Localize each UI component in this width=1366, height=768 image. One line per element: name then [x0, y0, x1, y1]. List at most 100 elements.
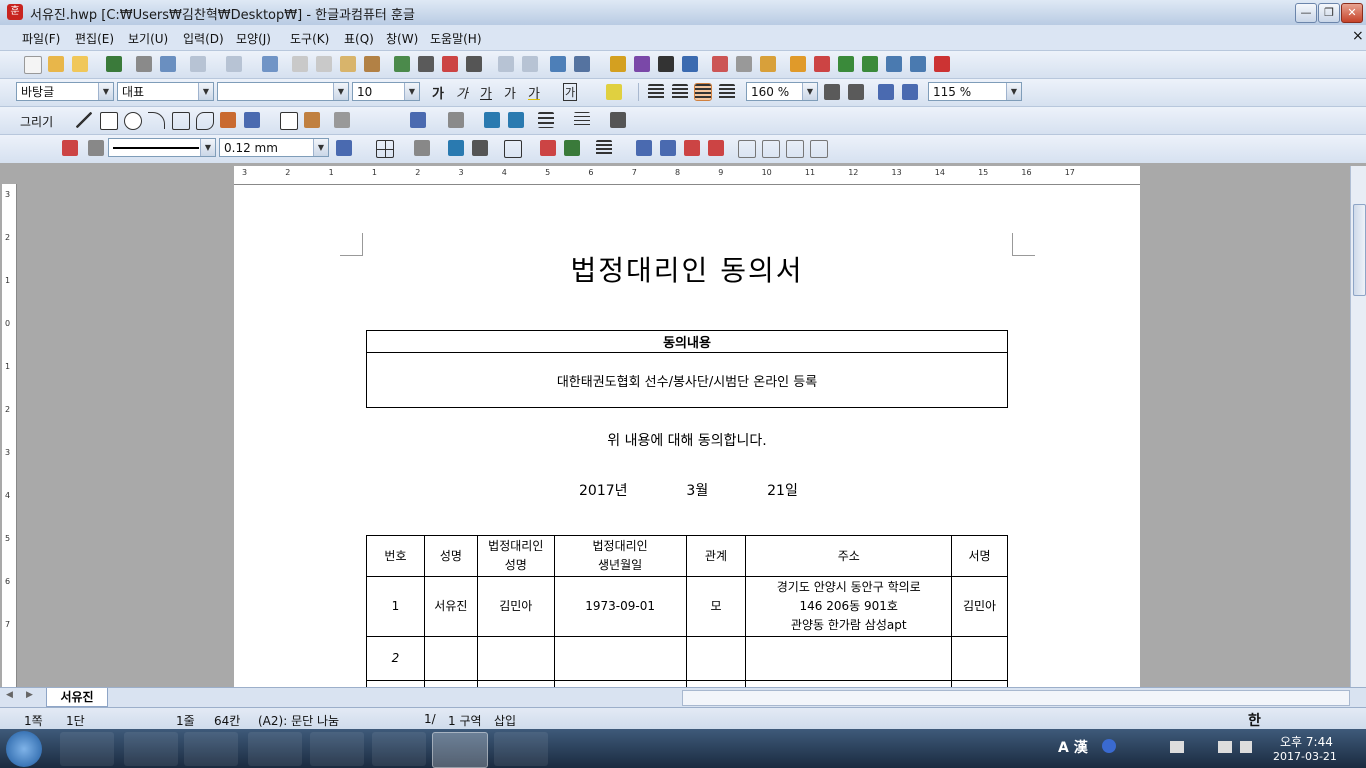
- header-guardian-name[interactable]: 법정대리인 성명: [476, 535, 555, 577]
- cross-ref-icon[interactable]: [910, 56, 926, 72]
- line-type-select[interactable]: ▼: [108, 138, 216, 157]
- polygon-tool-icon[interactable]: [172, 112, 190, 130]
- menu-table[interactable]: 표(Q): [344, 30, 374, 47]
- bookmark-icon[interactable]: [760, 56, 776, 72]
- document-page[interactable]: 법정대리인 동의서 동의내용 대한태권도협회 선수/봉사단/시범단 온라인 등록…: [234, 185, 1140, 701]
- ellipse-tool-icon[interactable]: [124, 112, 142, 130]
- print-icon[interactable]: [136, 56, 152, 72]
- cell-shade-icon[interactable]: [414, 140, 430, 156]
- find-icon[interactable]: [262, 56, 278, 72]
- cell-borders-icon[interactable]: [376, 140, 394, 158]
- ime-mode-indicator[interactable]: 한: [1248, 710, 1261, 730]
- caption-icon[interactable]: [886, 56, 902, 72]
- footnote-icon[interactable]: [838, 56, 854, 72]
- line-color-icon[interactable]: [410, 112, 426, 128]
- bold-button[interactable]: 가: [432, 83, 444, 102]
- formula-icon[interactable]: [658, 56, 674, 72]
- taskbar-app-red[interactable]: [248, 732, 302, 766]
- cell-signature[interactable]: 김민아: [951, 576, 1008, 637]
- font-size-select[interactable]: 10 ▼: [352, 82, 420, 101]
- bring-front-icon[interactable]: [484, 112, 500, 128]
- columns-icon[interactable]: [466, 56, 482, 72]
- align-center-icon[interactable]: [694, 83, 712, 101]
- document-tab[interactable]: 서유진: [46, 688, 108, 707]
- header-guardian-birth[interactable]: 법정대리인 생년월일: [553, 535, 687, 577]
- copy-icon[interactable]: [316, 56, 332, 72]
- tab-next-icon[interactable]: ▶: [26, 690, 38, 704]
- zoom-select[interactable]: 115 % ▼: [928, 82, 1022, 101]
- document-title[interactable]: 법정대리인 동의서: [234, 249, 1140, 289]
- strikethrough-button[interactable]: 가: [504, 83, 516, 102]
- cell-no[interactable]: 2: [366, 636, 425, 681]
- menu-edit[interactable]: 편집(E): [75, 30, 114, 47]
- menu-window[interactable]: 창(W): [386, 30, 418, 47]
- status-insert-mode[interactable]: 삽입: [494, 712, 516, 729]
- font-name-select[interactable]: ▼: [217, 82, 349, 101]
- outline-button[interactable]: 가: [563, 83, 578, 101]
- cell-align-icon[interactable]: [596, 140, 612, 156]
- cell-name[interactable]: [423, 636, 478, 681]
- numbering-icon[interactable]: [442, 56, 458, 72]
- link-icon[interactable]: [498, 56, 514, 72]
- arrow-style-icon[interactable]: [610, 112, 626, 128]
- split-rows-icon[interactable]: [786, 140, 804, 158]
- consent-table[interactable]: 동의내용 대한태권도협회 선수/봉사단/시범단 온라인 등록: [366, 330, 1008, 408]
- menu-format[interactable]: 모양(J): [236, 30, 271, 47]
- header-address[interactable]: 주소: [745, 535, 953, 577]
- cell-width-icon[interactable]: [472, 140, 488, 156]
- consent-body[interactable]: 대한태권도협회 선수/봉사단/시범단 온라인 등록: [366, 352, 1008, 408]
- text-color-button[interactable]: 가: [528, 83, 540, 102]
- numbered-list-icon[interactable]: [878, 84, 894, 100]
- draw-menu-button[interactable]: 그리기: [20, 113, 53, 130]
- clock-time[interactable]: 오후 7:44: [1280, 733, 1333, 750]
- split-cells-icon[interactable]: [762, 140, 780, 158]
- pen-tool-icon[interactable]: [220, 112, 236, 128]
- vertical-ruler[interactable]: 3 2 1 0 1 2 3 4 5 6 7: [2, 184, 17, 687]
- line-dash-icon[interactable]: [574, 112, 590, 128]
- date-line[interactable]: 2017년 3월 21일: [579, 480, 798, 500]
- document-close-icon[interactable]: ×: [1352, 28, 1364, 44]
- header-relation[interactable]: 관계: [685, 535, 747, 577]
- header-name[interactable]: 성명: [423, 535, 478, 577]
- consent-header[interactable]: 동의내용: [366, 330, 1008, 353]
- taskbar-ie[interactable]: [184, 732, 238, 766]
- line-width-select[interactable]: 0.12 mm ▼: [219, 138, 329, 157]
- taskbar-chrome[interactable]: [310, 732, 364, 766]
- paste-icon[interactable]: [340, 56, 356, 72]
- picture-tool-icon[interactable]: [304, 112, 320, 128]
- footer-icon[interactable]: [814, 56, 830, 72]
- cut-icon[interactable]: [292, 56, 308, 72]
- menu-tools[interactable]: 도구(K): [290, 30, 329, 47]
- chart-icon[interactable]: [610, 56, 626, 72]
- header-no[interactable]: 번호: [366, 535, 425, 577]
- horizontal-ruler[interactable]: 3 2 1 1 2 3 4 5 6 7 8 9 10 11 12 13 14 15 16 17: [234, 166, 1140, 185]
- format-painter-icon[interactable]: [364, 56, 380, 72]
- symbol-icon[interactable]: [682, 56, 698, 72]
- style-icon[interactable]: [394, 56, 410, 72]
- increase-spacing-icon[interactable]: [848, 84, 864, 100]
- cell-guardian-birth[interactable]: 1973-09-01: [553, 576, 687, 637]
- tab-prev-icon[interactable]: ◀: [6, 690, 18, 704]
- consent-statement[interactable]: 위 내용에 대해 동의합니다.: [234, 430, 1140, 450]
- redo-icon[interactable]: [226, 56, 242, 72]
- insert-row-icon[interactable]: [636, 140, 652, 156]
- volume-icon[interactable]: [1240, 741, 1252, 753]
- cell-guardian-birth[interactable]: [553, 636, 687, 681]
- cell-border-color-icon[interactable]: [62, 140, 78, 156]
- split-cols-icon[interactable]: [810, 140, 828, 158]
- line-spacing-select[interactable]: 160 % ▼: [746, 82, 818, 101]
- cell-fill-icon[interactable]: [88, 140, 104, 156]
- endnote-icon[interactable]: [862, 56, 878, 72]
- taskbar-explorer[interactable]: [124, 732, 178, 766]
- horizontal-scrollbar[interactable]: [682, 690, 1350, 706]
- menu-file[interactable]: 파일(F): [22, 30, 60, 47]
- flag-icon[interactable]: [1170, 741, 1184, 753]
- cell-address[interactable]: 경기도 안양시 동안구 학의로 146 206동 901호 관양동 한가람 삼성…: [745, 576, 953, 637]
- merge-cells-icon[interactable]: [738, 140, 756, 158]
- taskbar-media-player[interactable]: [60, 732, 114, 766]
- table-icon[interactable]: [574, 56, 590, 72]
- taskbar-app-green[interactable]: [494, 732, 548, 766]
- header-signature[interactable]: 서명: [951, 535, 1008, 577]
- line-style-icon[interactable]: [538, 112, 554, 128]
- table-grid-icon[interactable]: [504, 140, 522, 158]
